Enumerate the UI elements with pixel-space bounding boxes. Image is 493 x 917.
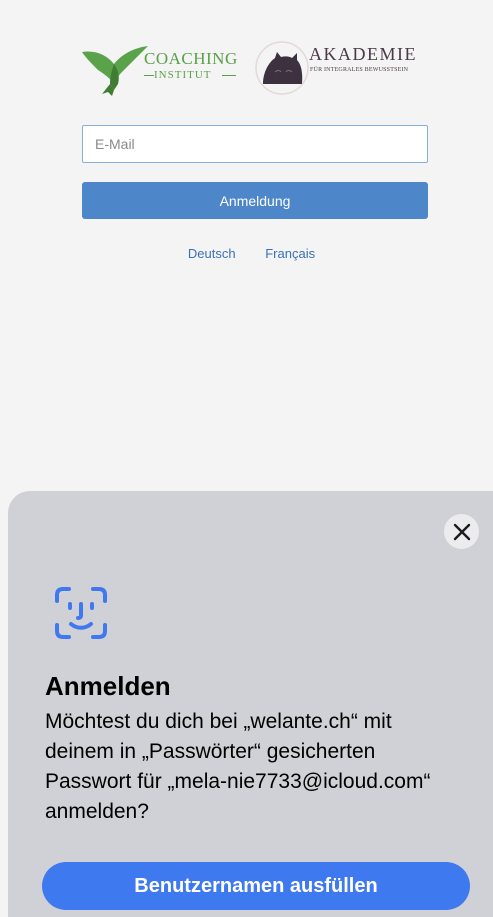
login-button[interactable]: Anmeldung [82,182,428,219]
coaching-institut-logo: COACHING INSTITUT [80,40,245,98]
language-link-francais[interactable]: Français [265,246,315,261]
close-icon [453,523,470,540]
brand-logos: COACHING INSTITUT AKADEMIE FÜR INTEGRALE… [80,38,425,102]
face-id-icon [55,587,107,639]
institut-rule-right [222,75,236,76]
bird-icon [82,46,148,96]
fill-username-button[interactable]: Benutzernamen ausfüllen [42,862,470,910]
institut-rule-left [144,75,154,76]
close-button[interactable] [444,514,479,549]
coaching-wordmark: COACHING [144,49,238,68]
akademie-wordmark: AKADEMIE [309,44,417,64]
akademie-logo: AKADEMIE FÜR INTEGRALES BEWUSSTSEIN [255,38,430,102]
institut-wordmark: INSTITUT [154,69,212,81]
email-input[interactable] [82,125,428,163]
sheet-title: Anmelden [45,671,171,701]
language-link-deutsch[interactable]: Deutsch [188,246,236,261]
panther-icon [255,41,309,95]
language-switcher: Deutsch Français [0,246,493,261]
akademie-subtitle: FÜR INTEGRALES BEWUSSTSEIN [310,67,409,73]
password-autofill-sheet: Anmelden Möchtest du dich bei „welante.c… [8,491,493,917]
sheet-message: Möchtest du dich bei „welante.ch“ mit de… [45,710,431,823]
